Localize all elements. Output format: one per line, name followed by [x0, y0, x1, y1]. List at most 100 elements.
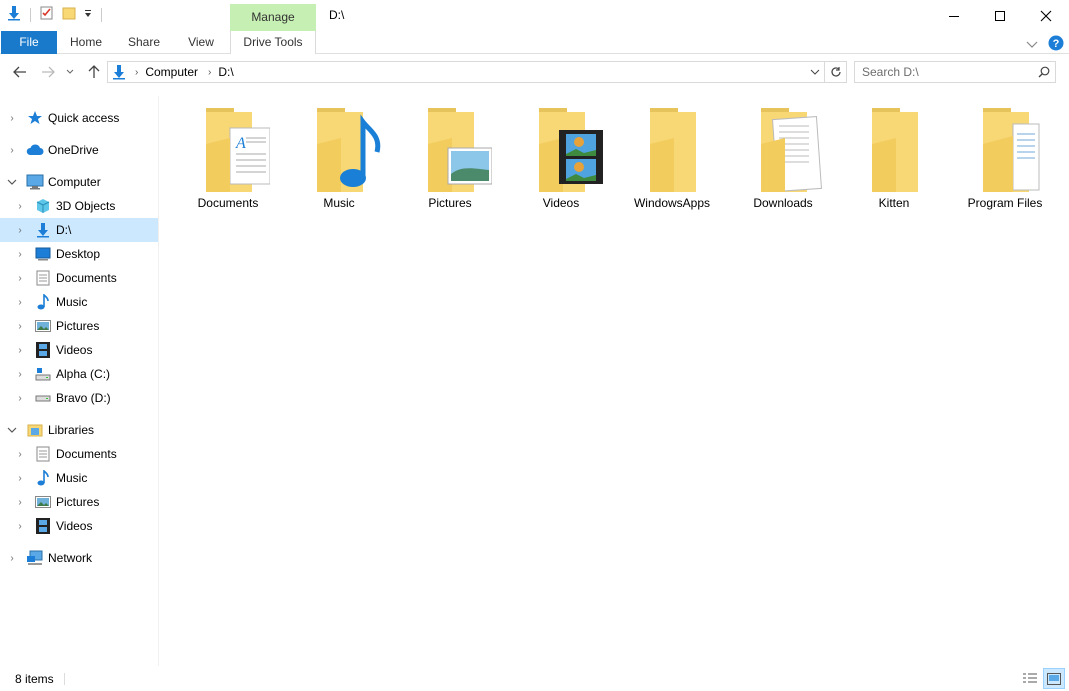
download-arrow-icon[interactable]: [6, 5, 22, 24]
tab-manage[interactable]: Manage: [230, 4, 316, 31]
nav-item-quick-access[interactable]: › Quick access: [0, 106, 158, 130]
status-bar: 8 items: [0, 667, 1069, 691]
chevron-down-icon[interactable]: [6, 176, 18, 188]
close-button[interactable]: [1023, 0, 1069, 31]
chevron-right-icon[interactable]: ›: [14, 496, 26, 508]
chevron-right-icon[interactable]: ›: [14, 224, 26, 236]
ribbon-right-controls: ?: [1026, 35, 1064, 54]
chevron-right-icon[interactable]: ›: [14, 200, 26, 212]
nav-item-lib-pictures[interactable]: › Pictures: [0, 490, 158, 514]
recent-locations-button[interactable]: [63, 63, 77, 81]
chevron-right-icon[interactable]: ›: [14, 344, 26, 356]
search-box[interactable]: [854, 61, 1056, 83]
forward-button[interactable]: [38, 63, 58, 81]
folder-item[interactable]: A Documents: [176, 104, 280, 216]
chevron-right-icon[interactable]: ›: [14, 448, 26, 460]
folder-downloads-icon: [741, 104, 825, 192]
nav-item-documents[interactable]: › Documents: [0, 266, 158, 290]
chevron-down-icon[interactable]: [6, 424, 18, 436]
nav-item-music[interactable]: › Music: [0, 290, 158, 314]
maximize-button[interactable]: [977, 0, 1023, 31]
folder-program-files-icon: [963, 104, 1047, 192]
ribbon-tabs: File Home Share View Drive Tools ?: [0, 31, 1069, 54]
chevron-right-icon[interactable]: ›: [6, 112, 18, 124]
folder-item[interactable]: Kitten: [842, 104, 946, 216]
film-icon: [34, 341, 52, 359]
document-icon: [34, 269, 52, 287]
folder-item[interactable]: Downloads: [731, 104, 835, 216]
details-view-button[interactable]: [1019, 668, 1041, 689]
nav-item-computer[interactable]: Computer: [0, 170, 158, 194]
folder-icon: [852, 104, 936, 192]
nav-item-lib-music[interactable]: › Music: [0, 466, 158, 490]
desktop-icon: [34, 245, 52, 263]
nav-item-drive-c[interactable]: › Alpha (C:): [0, 362, 158, 386]
folder-item[interactable]: Music: [287, 104, 391, 216]
up-button[interactable]: [84, 63, 104, 81]
nav-item-lib-documents[interactable]: › Documents: [0, 442, 158, 466]
expand-ribbon-button[interactable]: [1026, 38, 1038, 52]
help-button[interactable]: ?: [1048, 35, 1064, 54]
tab-share[interactable]: Share: [120, 31, 168, 54]
search-icon[interactable]: [1038, 66, 1050, 78]
nav-item-libraries[interactable]: Libraries: [0, 418, 158, 442]
arrow-left-icon: [13, 66, 26, 78]
chevron-right-icon[interactable]: ›: [14, 520, 26, 532]
navigation-bar: › Computer › D:\: [0, 55, 1069, 89]
large-icons-view-button[interactable]: [1043, 668, 1065, 689]
chevron-right-icon[interactable]: ›: [14, 392, 26, 404]
nav-item-d-drive[interactable]: › D:\: [0, 218, 158, 242]
view-toggle: [1019, 668, 1065, 689]
chevron-right-icon[interactable]: ›: [14, 248, 26, 260]
chevron-down-icon: [810, 69, 820, 75]
chevron-right-icon[interactable]: ›: [6, 144, 18, 156]
nav-item-desktop[interactable]: › Desktop: [0, 242, 158, 266]
back-button[interactable]: [10, 63, 30, 81]
folder-documents-icon: A: [186, 104, 271, 192]
document-icon: [34, 445, 52, 463]
address-bar[interactable]: › Computer › D:\: [107, 61, 825, 83]
chevron-right-icon[interactable]: ›: [14, 368, 26, 380]
folder-item[interactable]: WindowsApps: [620, 104, 724, 216]
search-input[interactable]: [862, 65, 1032, 79]
chevron-right-icon[interactable]: ›: [6, 552, 18, 564]
chevron-right-icon[interactable]: ›: [14, 296, 26, 308]
chevron-right-icon[interactable]: ›: [14, 472, 26, 484]
nav-item-drive-d[interactable]: › Bravo (D:): [0, 386, 158, 410]
arrow-up-icon: [88, 65, 100, 78]
chevron-down-icon: [1026, 41, 1038, 48]
nav-item-network[interactable]: › Network: [0, 546, 158, 570]
toolbar-divider: [101, 7, 102, 22]
minimize-icon: [949, 15, 959, 17]
svg-text:?: ?: [1053, 38, 1060, 50]
chevron-right-icon[interactable]: ›: [14, 320, 26, 332]
properties-icon[interactable]: [39, 5, 55, 24]
tab-file[interactable]: File: [1, 31, 57, 54]
tab-home[interactable]: Home: [62, 31, 110, 54]
star-icon: [26, 109, 44, 127]
nav-item-3d-objects[interactable]: › 3D Objects: [0, 194, 158, 218]
tab-drive-tools[interactable]: Drive Tools: [230, 31, 316, 54]
breadcrumb-computer[interactable]: Computer: [145, 65, 198, 79]
tab-view[interactable]: View: [178, 31, 224, 54]
music-note-icon: [34, 293, 52, 311]
breadcrumb-separator[interactable]: ›: [135, 67, 138, 78]
folder-item[interactable]: Videos: [509, 104, 613, 216]
nav-item-lib-videos[interactable]: › Videos: [0, 514, 158, 538]
breadcrumb-drive[interactable]: D:\: [218, 65, 233, 79]
chevron-down-icon: [66, 69, 74, 74]
address-history-dropdown[interactable]: [810, 69, 820, 75]
chevron-right-icon[interactable]: ›: [14, 272, 26, 284]
minimize-button[interactable]: [931, 0, 977, 31]
new-folder-icon[interactable]: [61, 5, 77, 24]
customize-toolbar-icon[interactable]: [83, 8, 93, 22]
nav-item-pictures[interactable]: › Pictures: [0, 314, 158, 338]
nav-item-videos[interactable]: › Videos: [0, 338, 158, 362]
nav-item-onedrive[interactable]: › OneDrive: [0, 138, 158, 162]
folder-item[interactable]: Pictures: [398, 104, 502, 216]
picture-icon: [34, 317, 52, 335]
network-icon: [26, 549, 44, 567]
folder-item[interactable]: Program Files: [953, 104, 1057, 216]
refresh-button[interactable]: [825, 61, 847, 83]
breadcrumb-separator[interactable]: ›: [208, 67, 211, 78]
